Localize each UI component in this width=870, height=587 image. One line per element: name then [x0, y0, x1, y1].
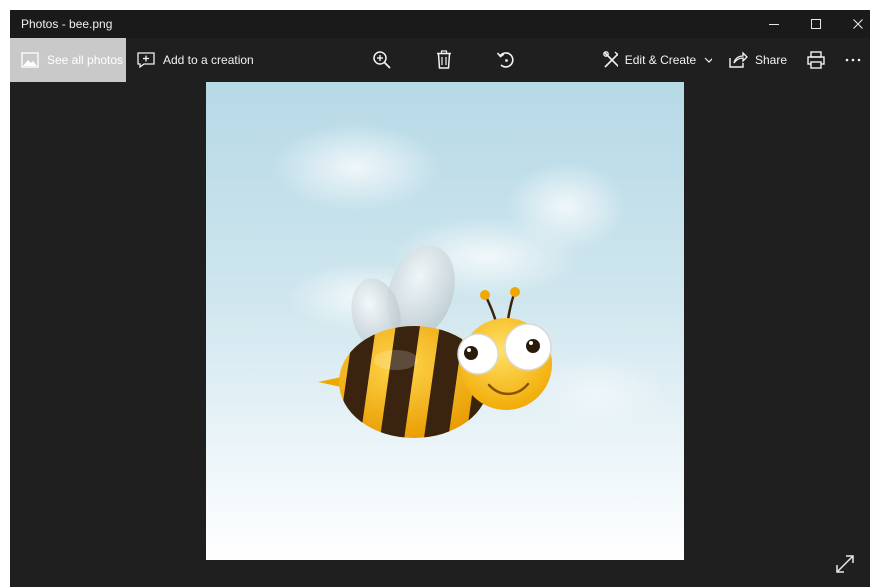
delete-button[interactable] — [424, 38, 464, 82]
full-screen-icon[interactable] — [834, 553, 856, 575]
photo-viewer — [10, 82, 870, 587]
edit-create-button[interactable]: Edit & Create — [600, 38, 712, 82]
print-icon — [807, 51, 825, 69]
photo-gallery-icon — [21, 52, 39, 68]
toolbar: See all photos Add to a creation Edit & … — [10, 38, 870, 82]
rotate-icon — [496, 52, 514, 68]
close-button[interactable] — [838, 10, 870, 38]
see-all-photos-label: See all photos — [47, 53, 124, 67]
window-title: Photos - bee.png — [21, 17, 113, 31]
add-to-creation-button[interactable]: Add to a creation — [134, 38, 254, 82]
share-label: Share — [755, 53, 788, 67]
delete-icon — [437, 50, 451, 69]
minimize-icon — [769, 24, 779, 25]
zoom-button[interactable] — [362, 38, 402, 82]
more-icon — [845, 58, 861, 62]
see-all-photos-button[interactable]: See all photos — [10, 38, 126, 82]
zoom-in-icon — [373, 51, 391, 69]
bee-illustration — [271, 122, 666, 438]
chevron-down-icon — [704, 57, 712, 63]
print-button[interactable] — [796, 38, 836, 82]
edit-create-label: Edit & Create — [624, 53, 697, 67]
add-to-creation-label: Add to a creation — [163, 53, 254, 67]
rotate-button[interactable] — [486, 38, 526, 82]
share-button[interactable]: Share — [726, 38, 790, 82]
title-bar: Photos - bee.png — [10, 10, 870, 38]
more-button[interactable] — [836, 38, 870, 82]
close-icon — [853, 19, 863, 29]
share-icon — [729, 51, 748, 68]
maximize-icon — [811, 19, 821, 29]
maximize-button[interactable] — [796, 10, 836, 38]
photos-window: Photos - bee.png See all photos Add to a — [10, 10, 870, 587]
edit-create-icon — [603, 51, 618, 68]
minimize-button[interactable] — [754, 10, 794, 38]
add-to-creation-icon — [137, 52, 155, 69]
bee-image — [206, 82, 684, 560]
